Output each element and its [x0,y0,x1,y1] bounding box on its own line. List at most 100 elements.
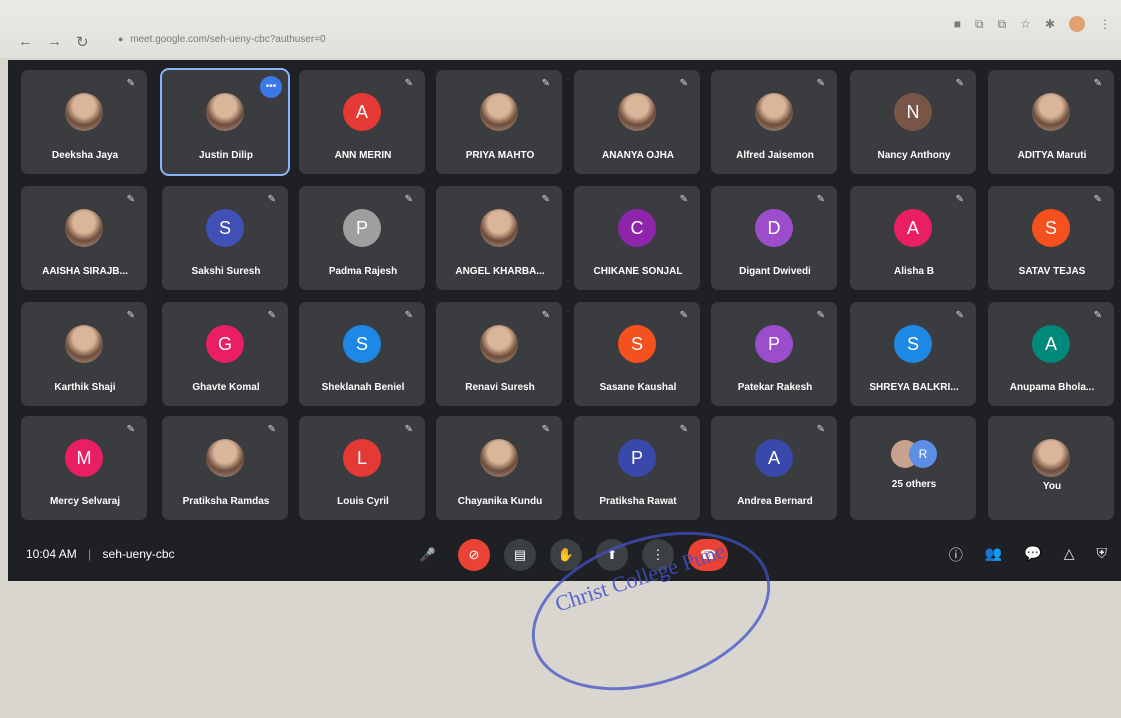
participant-tile[interactable]: C ✎ CHIKANE SONJAL [574,186,700,290]
avatar: A [755,439,793,477]
participant-tile[interactable]: A ✎ Anupama Bhola... [988,302,1114,406]
mic-off-icon: ✎ [816,310,825,321]
participant-tile[interactable]: A ✎ ANN MERIN [299,70,425,174]
meeting-code: seh-ueny-cbc [102,547,175,561]
participant-tile[interactable]: R 25 others [850,416,976,520]
host-controls-icon[interactable]: ⛨ [1097,545,1108,565]
others-avatars: R [891,436,939,474]
avatar: A [894,209,932,247]
participant-tile[interactable]: S ✎ Sheklanah Beniel [299,302,425,406]
people-icon[interactable]: 👥 [985,545,1002,565]
reload-icon[interactable]: ↻ [76,33,89,51]
participant-name: Deeksha Jaya [51,150,119,161]
participant-name: Pratiksha Rawat [599,496,677,507]
participant-tile[interactable]: L ✎ Louis Cyril [299,416,425,520]
participant-tile[interactable]: ✎ Karthik Shaji [21,302,147,406]
avatar [206,93,244,131]
participant-tile[interactable]: ✎ AAISHA SIRAJB... [21,186,147,290]
participant-name: Sasane Kaushal [599,382,677,393]
star-icon[interactable]: ☆ [1020,17,1031,31]
profile-icon[interactable] [1069,16,1085,32]
mic-off-icon: ✎ [126,310,135,321]
participant-name: Anupama Bhola... [1009,382,1095,393]
participant-name: Chayanika Kundu [457,496,543,507]
participant-tile[interactable]: You [988,416,1114,520]
lock-icon: ● [118,34,124,44]
microphone-icon[interactable]: 🎤 [412,539,444,571]
participant-tile[interactable]: ✎ Deeksha Jaya [21,70,147,174]
participant-tile[interactable]: D ✎ Digant Dwivedi [711,186,837,290]
mic-off-icon: ✎ [126,194,135,205]
participant-tile[interactable]: ✎•••Justin Dilip [160,68,290,176]
mic-off-icon: ✎ [679,310,688,321]
extension-icon[interactable]: ✱ [1045,17,1055,31]
avatar: L [343,439,381,477]
participant-tile[interactable]: ✎ Chayanika Kundu [436,416,562,520]
chat-icon[interactable]: 💬 [1024,545,1041,565]
mic-off-icon: ✎ [541,78,550,89]
side-panel-controls: ⓘ 👥 💬 △ ⛨ [949,545,1107,565]
avatar [1032,93,1070,131]
participant-name: Nancy Anthony [877,150,951,161]
participant-name: Alfred Jaisemon [736,150,814,161]
participant-tile[interactable]: P ✎ Patekar Rakesh [711,302,837,406]
tile-options-icon[interactable]: ••• [260,76,282,98]
avatar: A [1032,325,1070,363]
mic-off-icon: ✎ [126,424,135,435]
participant-tile[interactable]: P ✎ Padma Rajesh [299,186,425,290]
avatar: S [618,325,656,363]
participant-name: Mercy Selvaraj [49,496,121,507]
mic-off-icon: ✎ [267,424,276,435]
avatar: P [343,209,381,247]
avatar [65,93,103,131]
camera-icon[interactable]: ■ [954,17,961,31]
mic-off-icon: ✎ [404,310,413,321]
participant-name: SATAV TEJAS [1018,266,1086,277]
forward-icon[interactable]: → [47,33,62,51]
participant-tile[interactable]: ✎ Alfred Jaisemon [711,70,837,174]
participant-name: ANANYA OJHA [601,150,675,161]
participant-tile[interactable]: ✎ Renavi Suresh [436,302,562,406]
participant-name: Padma Rajesh [328,266,398,277]
info-icon[interactable]: ⓘ [949,545,963,565]
activities-icon[interactable]: △ [1064,545,1075,565]
camera-off-icon[interactable]: ⊘ [458,539,490,571]
participant-tile[interactable]: N ✎ Nancy Anthony [850,70,976,174]
participant-name: 25 others [891,479,937,490]
avatar: A [343,93,381,131]
participant-name: Sheklanah Beniel [321,382,405,393]
back-icon[interactable]: ← [18,33,33,51]
address-bar[interactable]: ● meet.google.com/seh-ueny-cbc?authuser=… [108,28,938,50]
participant-name: Louis Cyril [337,496,389,507]
open-tab-icon[interactable]: ⧉ [998,17,1007,32]
participant-tile[interactable]: S ✎ SHREYA BALKRI... [850,302,976,406]
avatar: S [206,209,244,247]
mic-off-icon: ✎ [955,310,964,321]
browser-actions: ■ ⧉ ⧉ ☆ ✱ ⋮ [954,16,1111,32]
mic-off-icon: ✎ [955,194,964,205]
mic-off-icon: ✎ [404,194,413,205]
participant-tile[interactable]: ✎ ANANYA OJHA [574,70,700,174]
meeting-info: 10:04 AM | seh-ueny-cbc [26,547,175,561]
mic-off-icon: ✎ [816,424,825,435]
participant-tile[interactable]: A ✎ Andrea Bernard [711,416,837,520]
participant-tile[interactable]: ✎ ADITYA Maruti [988,70,1114,174]
captions-icon[interactable]: ▤ [504,539,536,571]
participant-tile[interactable]: A ✎ Alisha B [850,186,976,290]
participant-tile[interactable]: S ✎ Sasane Kaushal [574,302,700,406]
mic-off-icon: ✎ [679,78,688,89]
share-icon[interactable]: ⧉ [975,17,984,32]
avatar: S [343,325,381,363]
participant-tile[interactable]: P ✎ Pratiksha Rawat [574,416,700,520]
participant-tile[interactable]: M ✎ Mercy Selvaraj [21,416,147,520]
participant-tile[interactable]: ✎ ANGEL KHARBA... [436,186,562,290]
participant-tile[interactable]: G ✎ Ghavte Komal [162,302,288,406]
participant-tile[interactable]: S ✎ Sakshi Suresh [162,186,288,290]
participant-tile[interactable]: ✎ PRIYA MAHTO [436,70,562,174]
participant-tile[interactable]: ✎ Pratiksha Ramdas [162,416,288,520]
menu-icon[interactable]: ⋮ [1099,17,1111,31]
mic-off-icon: ✎ [126,78,135,89]
mic-off-icon: ✎ [267,194,276,205]
url-text: meet.google.com/seh-ueny-cbc?authuser=0 [130,34,326,45]
participant-tile[interactable]: S ✎ SATAV TEJAS [988,186,1114,290]
